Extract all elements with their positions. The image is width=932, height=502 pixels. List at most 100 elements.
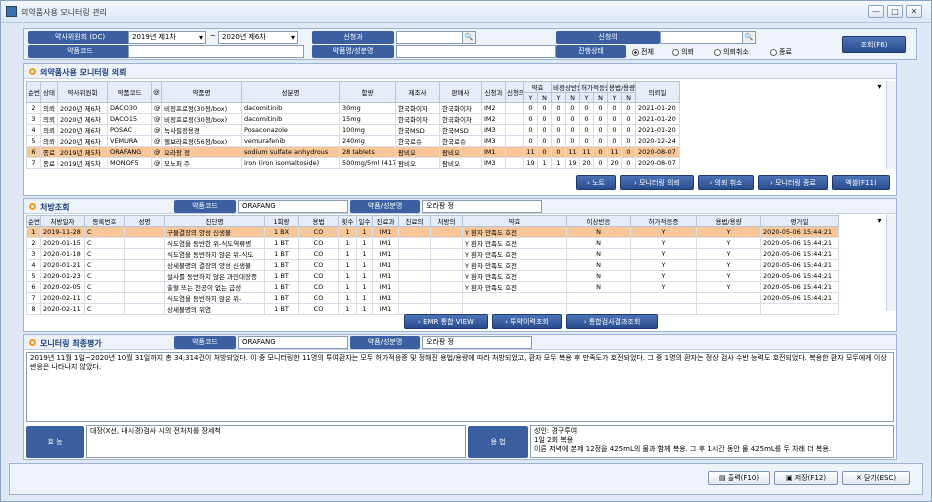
col-header[interactable]: 판매사: [439, 81, 482, 103]
table-cell: @: [151, 102, 162, 114]
code-input[interactable]: [128, 45, 304, 58]
period-from-select[interactable]: 2019년 제1차: [128, 31, 206, 44]
table-row[interactable]: 7 종료 2019년 제5차 MONOF5 @ 모노퍼 주 iron (iron isoma…: [26, 157, 884, 169]
table-row[interactable]: 4 2020-01-21 C 상세불명의 결장의 양성 신생물 1 BT CO 1 1 IM1 Y…: [26, 259, 884, 271]
maximize-button[interactable]: □: [887, 5, 903, 18]
search-icon[interactable]: 🔍: [462, 32, 475, 43]
monitoring-action-button[interactable]: › 모니터링 종료: [758, 175, 828, 190]
table-row[interactable]: 6 종료 2019년 제5차 ORAFANG @ 오라팡 정 sodium sulfate …: [26, 146, 884, 158]
table-cell: 7: [26, 292, 41, 304]
table-cell: 종료: [40, 146, 58, 158]
table-cell: 0: [607, 135, 622, 147]
table-cell: 출혈 또는 천공이 없는 급성: [164, 281, 265, 293]
table-cell: 2020-02-11: [40, 303, 85, 315]
col-header[interactable]: 평가일: [760, 215, 839, 227]
col-header[interactable]: 약사위원회: [57, 81, 108, 103]
minimize-button[interactable]: —: [868, 5, 884, 18]
col-header[interactable]: 의뢰일: [635, 81, 680, 103]
query-button[interactable]: 조회(F6): [842, 36, 906, 53]
radio-icon: [632, 48, 639, 56]
table-cell: 1 BT: [264, 248, 299, 260]
col-header[interactable]: @: [151, 81, 162, 103]
col-header[interactable]: 용법: [298, 215, 339, 227]
applicant-dept-label: 신청과: [312, 31, 394, 44]
col-header[interactable]: 횟수: [338, 215, 357, 227]
save-button[interactable]: ▣ 저장(F12): [774, 471, 838, 485]
table-row[interactable]: 3 2020-01-18 C 식도염을 동반하지 않은 위-식도 1 BT CO 1 1 IM1…: [26, 248, 884, 260]
monitoring-action-button[interactable]: › 의뢰 취소: [698, 175, 754, 190]
col-header[interactable]: 등록번호: [84, 215, 125, 227]
col-header[interactable]: 성명: [124, 215, 165, 227]
col-header[interactable]: 약품코드: [107, 81, 152, 103]
col-header[interactable]: 신청과: [481, 81, 506, 103]
col-header[interactable]: 진단명: [164, 215, 265, 227]
table-row[interactable]: 1 2019-11-28 C 구물결장의 양성 신생물 1 BX CO 1 1 IM1 Y 환자 …: [26, 226, 884, 238]
status-radio-all[interactable]: 전체: [632, 47, 654, 57]
col-header[interactable]: 성분명: [241, 81, 340, 103]
col-header[interactable]: 상태: [40, 81, 58, 103]
table-cell: 2021-01-20: [635, 102, 680, 114]
col-header[interactable]: 허가적응증: [630, 215, 697, 227]
efficacy-label: 효 능: [26, 426, 84, 458]
applicant-dept-input[interactable]: 🔍: [396, 31, 476, 44]
status-radio-cancel[interactable]: 의뢰취소: [714, 47, 749, 57]
table-row[interactable]: 5 의뢰 2020년 제6차 VEMURA @ 젤보라프정(56정/box) vemuraf…: [26, 135, 884, 147]
monitoring-buttons: › 노트 › 모니터링 의뢰 › 의뢰 취소 › 모니터링 종료 엑셀(F11): [572, 175, 890, 191]
prescription-action-button[interactable]: › 투약이력조회: [492, 314, 562, 329]
col-header[interactable]: 진료의: [398, 215, 431, 227]
table-row[interactable]: 7 2020-02-11 C 식도염을 동반하지 않은 위- 1 BT CO 1 1 IM1 20…: [26, 292, 884, 304]
col-header[interactable]: 처방의: [430, 215, 463, 227]
monitoring-action-button[interactable]: › 모니터링 의뢰: [620, 175, 694, 190]
col-header[interactable]: 순번: [26, 215, 41, 227]
col-header[interactable]: 제조사: [395, 81, 440, 103]
col-header[interactable]: 용법/용량: [607, 81, 636, 93]
table-cell: Y 환자 만족도 호전: [462, 270, 567, 282]
status-radio-end[interactable]: 종료: [770, 47, 792, 57]
table-cell: 1 BX: [264, 226, 299, 238]
table-cell: IM3: [481, 124, 506, 136]
table-cell: C: [84, 270, 125, 282]
prescription-scrollbar[interactable]: [886, 215, 896, 311]
period-to-select[interactable]: 2020년 제6차: [218, 31, 298, 44]
table-row[interactable]: 2 2020-01-15 C 식도염을 동반한 위-식도역류병 1 BT CO 1 1 IM1 Y…: [26, 237, 884, 249]
table-row[interactable]: 4 의뢰 2020년 제6차 POSAC @ 녹사필정용경 Posaconazole 100m…: [26, 124, 884, 136]
applicant-input[interactable]: 🔍: [660, 31, 756, 44]
col-header[interactable]: 용법/용량: [696, 215, 761, 227]
col-header[interactable]: 비정상반응: [551, 81, 580, 93]
table-cell: 0: [593, 146, 608, 158]
col-header[interactable]: 허가적응증: [579, 81, 608, 93]
evaluation-textarea[interactable]: 2019년 11월 1일~2020년 10월 31일까지 총 34,314건이 …: [26, 352, 894, 422]
table-cell: 0: [551, 135, 566, 147]
print-button[interactable]: ▤ 출력(F10): [708, 471, 770, 485]
table-cell: 한국로슈: [395, 135, 440, 147]
table-row[interactable]: 8 2020-02-11 C 상세불명의 위염 1 BT CO 1 1 IM1: [26, 303, 884, 315]
status-radio-request[interactable]: 의뢰: [672, 47, 694, 57]
col-header[interactable]: 진료과: [372, 215, 399, 227]
col-header[interactable]: 약품명: [161, 81, 242, 103]
table-row[interactable]: 6 2020-02-05 C 출혈 또는 천공이 없는 급성 1 BT CO 1 1 IM1 Y …: [26, 281, 884, 293]
monitoring-action-button[interactable]: 엑셀(F11): [832, 175, 890, 190]
col-header[interactable]: 신청의: [505, 81, 524, 103]
col-header[interactable]: 순번: [26, 81, 41, 103]
prescription-action-button[interactable]: › EMR 통합 VIEW: [404, 314, 488, 329]
prescription-action-button[interactable]: › 통합검사결과조회: [566, 314, 658, 329]
close-button[interactable]: ✕: [906, 5, 922, 18]
col-header[interactable]: 약효: [462, 215, 567, 227]
table-row[interactable]: 2 의뢰 2020년 제6차 DACO30 @ 비정프로정(30정/box) dacomit…: [26, 102, 884, 114]
close-window-button[interactable]: ✕ 닫기(ESC): [842, 471, 910, 485]
col-header[interactable]: 1회량: [264, 215, 299, 227]
col-header[interactable]: 이상반응: [566, 215, 631, 227]
efficacy-text[interactable]: 대장(X선, 내시경)검사 시의 전처치를 장세척: [86, 425, 466, 458]
search-icon[interactable]: 🔍: [742, 32, 755, 43]
monitoring-scrollbar[interactable]: [886, 81, 896, 169]
usage-text[interactable]: 성인: 경구투여 1일 2회 복용 이른 저녁에 본제 12정을 425mL의 …: [530, 425, 894, 458]
col-header[interactable]: 일수: [356, 215, 373, 227]
table-cell: 1: [338, 292, 357, 304]
drug-name-input[interactable]: [396, 45, 556, 58]
col-header[interactable]: 처방일자: [40, 215, 85, 227]
table-row[interactable]: 3 의뢰 2020년 제6차 DACO15 @ 비정프로정(30정/box) dacomit…: [26, 113, 884, 125]
table-row[interactable]: 5 2020-01-23 C 설사를 동반하지 않은 과민대장증 1 BT CO 1 1 IM1…: [26, 270, 884, 282]
col-header[interactable]: 함량: [339, 81, 396, 103]
col-header[interactable]: 약효: [523, 81, 552, 93]
monitoring-action-button[interactable]: › 노트: [576, 175, 616, 190]
